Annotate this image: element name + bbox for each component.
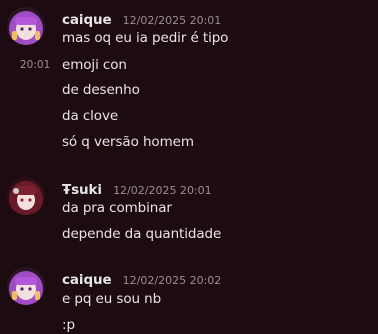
message-text: e pq eu sou nb: [62, 291, 162, 307]
message-text: da clove: [62, 108, 119, 124]
message-text: emoji con: [62, 57, 127, 73]
message-text: só q versão homem: [62, 134, 194, 150]
anime-girl-red-hair-avatar-icon: [7, 177, 45, 215]
message-text: depende da quantidade: [62, 226, 222, 242]
message-text: da pra combinar: [62, 200, 172, 216]
avatar-caique[interactable]: [7, 267, 45, 305]
username[interactable]: caique: [62, 272, 112, 288]
avatar-caique[interactable]: [7, 7, 45, 45]
message-header: caique 12/02/2025 20:02: [62, 269, 221, 289]
timestamp[interactable]: 12/02/2025 20:01: [123, 14, 222, 27]
message-header: Ŧsuki 12/02/2025 20:01: [62, 179, 212, 199]
hover-timestamp[interactable]: 20:01: [20, 59, 50, 71]
anime-girl-purple-hair-avatar-icon: [7, 267, 45, 305]
avatar-tsuki[interactable]: [7, 177, 45, 215]
timestamp[interactable]: 12/02/2025 20:01: [113, 184, 212, 197]
anime-girl-purple-hair-avatar-icon: [7, 7, 45, 45]
username[interactable]: Ŧsuki: [62, 182, 102, 198]
message-text: mas oq eu ia pedir é tipo: [62, 30, 229, 46]
username[interactable]: caique: [62, 12, 112, 28]
timestamp[interactable]: 12/02/2025 20:02: [123, 274, 222, 287]
message-text: :p: [62, 317, 75, 333]
message-text: de desenho: [62, 82, 140, 98]
message-header: caique 12/02/2025 20:01: [62, 9, 221, 29]
